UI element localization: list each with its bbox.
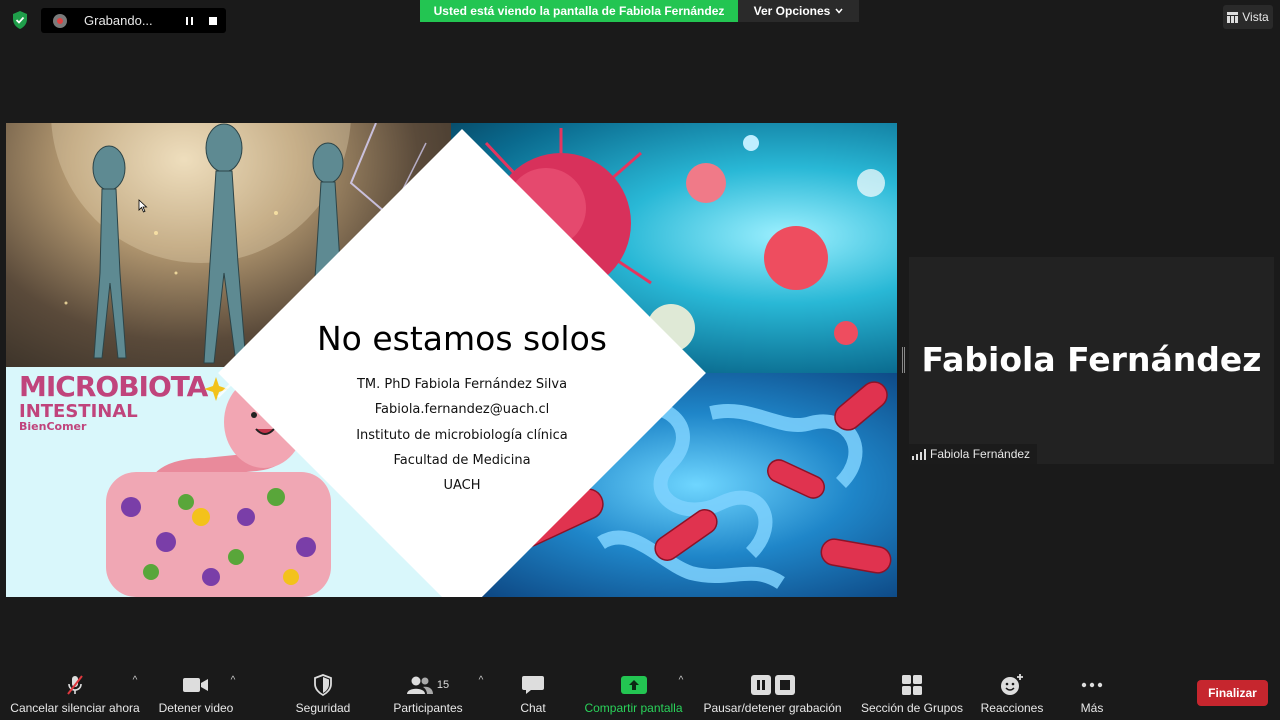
more-label: Más	[1080, 701, 1104, 715]
speaker-video-tile: Fabiola Fernández Fabiola Fernández	[909, 257, 1274, 464]
mute-button[interactable]: Cancelar silenciar ahora	[10, 662, 140, 720]
chat-button[interactable]: Chat	[515, 662, 551, 720]
view-options-button[interactable]: Ver Opciones	[738, 0, 859, 22]
video-label: Detener video	[158, 701, 234, 715]
recording-indicator: Grabando...	[41, 8, 226, 33]
microphone-muted-icon	[63, 670, 87, 700]
slide-title: No estamos solos	[317, 319, 607, 358]
stop-icon	[209, 16, 217, 25]
breakout-rooms-label: Sección de Grupos	[860, 701, 964, 715]
slide-faculty: Facultad de Medicina	[393, 452, 531, 468]
view-options-label: Ver Opciones	[753, 4, 831, 18]
slide-email: Fabiola.fernandez@uach.cl	[374, 402, 550, 418]
participants-count: 15	[436, 679, 450, 691]
participants-icon: 15	[406, 670, 450, 700]
mute-label: Cancelar silenciar ahora	[10, 701, 140, 715]
share-screen-button[interactable]: Compartir pantalla	[580, 662, 687, 720]
chat-bubble-icon	[522, 670, 544, 700]
breakout-rooms-button[interactable]: Sección de Grupos	[858, 662, 966, 720]
pause-recording-button[interactable]	[180, 12, 198, 30]
recording-label: Grabando...	[84, 13, 153, 28]
share-screen-label: Compartir pantalla	[584, 701, 683, 715]
security-label: Seguridad	[295, 701, 351, 715]
recording-controls-label: Pausar/detener grabación	[703, 701, 842, 715]
participants-label: Participantes	[393, 701, 463, 715]
signal-strength-icon	[912, 448, 926, 460]
meeting-toolbar: Cancelar silenciar ahora ^ Detener video…	[0, 662, 1280, 720]
speaker-display-name: Fabiola Fernández	[921, 340, 1262, 379]
participants-options-caret-icon[interactable]: ^	[476, 676, 486, 686]
stop-recording-button[interactable]	[204, 12, 222, 30]
more-dots-icon	[1081, 670, 1103, 700]
slide-author: TM. PhD Fabiola Fernández Silva	[356, 377, 568, 392]
breakout-rooms-icon	[902, 670, 922, 700]
chevron-down-icon	[835, 8, 843, 14]
slide-university: UACH	[443, 478, 481, 494]
pause-icon	[185, 16, 193, 25]
reactions-smiley-icon	[1000, 670, 1024, 700]
screen-share-banner: Usted está viendo la pantalla de Fabiola…	[420, 0, 738, 22]
video-camera-icon	[183, 670, 209, 700]
slide-institute: Instituto de microbiología clínica	[356, 427, 568, 443]
slide-text-block: No estamos solos TM. PhD Fabiola Fernánd…	[262, 319, 662, 498]
view-label: Vista	[1242, 10, 1269, 24]
security-button[interactable]: Seguridad	[290, 662, 356, 720]
recording-controls-icon	[750, 670, 795, 700]
recording-dot-icon	[53, 13, 67, 28]
reactions-button[interactable]: Reacciones	[980, 662, 1044, 720]
reactions-label: Reacciones	[980, 701, 1044, 715]
participants-button[interactable]: 15 Participantes	[390, 662, 466, 720]
share-options-caret-icon[interactable]: ^	[676, 676, 686, 686]
view-button[interactable]: Vista	[1223, 5, 1273, 29]
mouse-cursor-icon	[138, 199, 148, 213]
share-screen-icon	[620, 670, 647, 700]
shared-screen-slide: MICROBIOTA INTESTINAL BienComer No estam…	[6, 123, 897, 597]
more-button[interactable]: Más	[1074, 662, 1110, 720]
chat-label: Chat	[520, 701, 546, 715]
speaker-label-text: Fabiola Fernández	[930, 447, 1031, 461]
security-shield-icon-toolbar	[313, 670, 333, 700]
video-options-caret-icon[interactable]: ^	[228, 676, 238, 686]
end-meeting-button[interactable]: Finalizar	[1197, 680, 1268, 706]
grid-view-icon	[1227, 11, 1239, 23]
stop-video-button[interactable]: Detener video	[156, 662, 236, 720]
pause-stop-recording-button[interactable]: Pausar/detener grabación	[700, 662, 845, 720]
audio-options-caret-icon[interactable]: ^	[130, 676, 140, 686]
panel-resize-handle[interactable]	[902, 347, 905, 373]
speaker-name-label: Fabiola Fernández	[909, 444, 1038, 464]
security-shield-icon[interactable]	[10, 10, 30, 30]
